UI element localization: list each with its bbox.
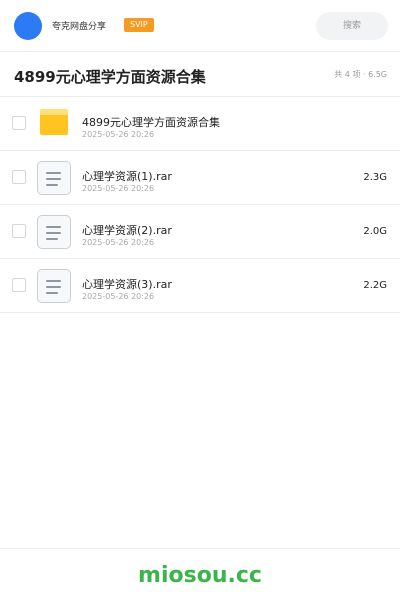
folder-icon	[40, 109, 68, 135]
page-title: 4899元心理学方面资源合集	[14, 68, 206, 86]
search-button[interactable]: 搜索	[316, 12, 388, 40]
watermark-text: miosou.cc	[138, 563, 262, 588]
item-date: 2025-05-26 20:26	[82, 238, 155, 247]
item-size: 2.3G	[363, 172, 387, 183]
item-name[interactable]: 心理学资源(2).rar	[82, 222, 172, 238]
list-item-file[interactable]: 心理学资源(2).rar 2025-05-26 20:26 2.0G	[0, 205, 400, 259]
select-checkbox[interactable]	[12, 224, 26, 238]
item-name[interactable]: 心理学资源(1).rar	[82, 168, 172, 184]
file-icon	[37, 161, 71, 195]
list-item-file[interactable]: 心理学资源(3).rar 2025-05-26 20:26 2.2G	[0, 259, 400, 313]
item-name[interactable]: 4899元心理学方面资源合集	[82, 114, 220, 130]
item-summary: 共 4 项 · 6.5G	[334, 70, 387, 79]
item-size: 2.2G	[363, 280, 387, 291]
top-bar: 夸克网盘分享 SVIP 搜索	[0, 0, 400, 52]
item-date: 2025-05-26 20:26	[82, 292, 155, 301]
avatar[interactable]	[14, 12, 42, 40]
item-size: 2.0G	[363, 226, 387, 237]
item-date: 2025-05-26 20:26	[82, 184, 155, 193]
select-checkbox[interactable]	[12, 278, 26, 292]
list-item-file[interactable]: 心理学资源(1).rar 2025-05-26 20:26 2.3G	[0, 151, 400, 205]
file-icon	[37, 215, 71, 249]
select-checkbox[interactable]	[12, 116, 26, 130]
site-name: 夸克网盘分享	[52, 22, 107, 32]
item-date: 2025-05-26 20:26	[82, 130, 155, 139]
select-checkbox[interactable]	[12, 170, 26, 184]
item-name[interactable]: 心理学资源(3).rar	[82, 276, 172, 292]
footer: miosou.cc	[0, 548, 400, 600]
svip-badge: SVIP	[124, 18, 154, 32]
list-item-folder[interactable]: 4899元心理学方面资源合集 2025-05-26 20:26	[0, 97, 400, 151]
share-title-bar: 4899元心理学方面资源合集 共 4 项 · 6.5G	[0, 52, 400, 97]
file-icon	[37, 269, 71, 303]
